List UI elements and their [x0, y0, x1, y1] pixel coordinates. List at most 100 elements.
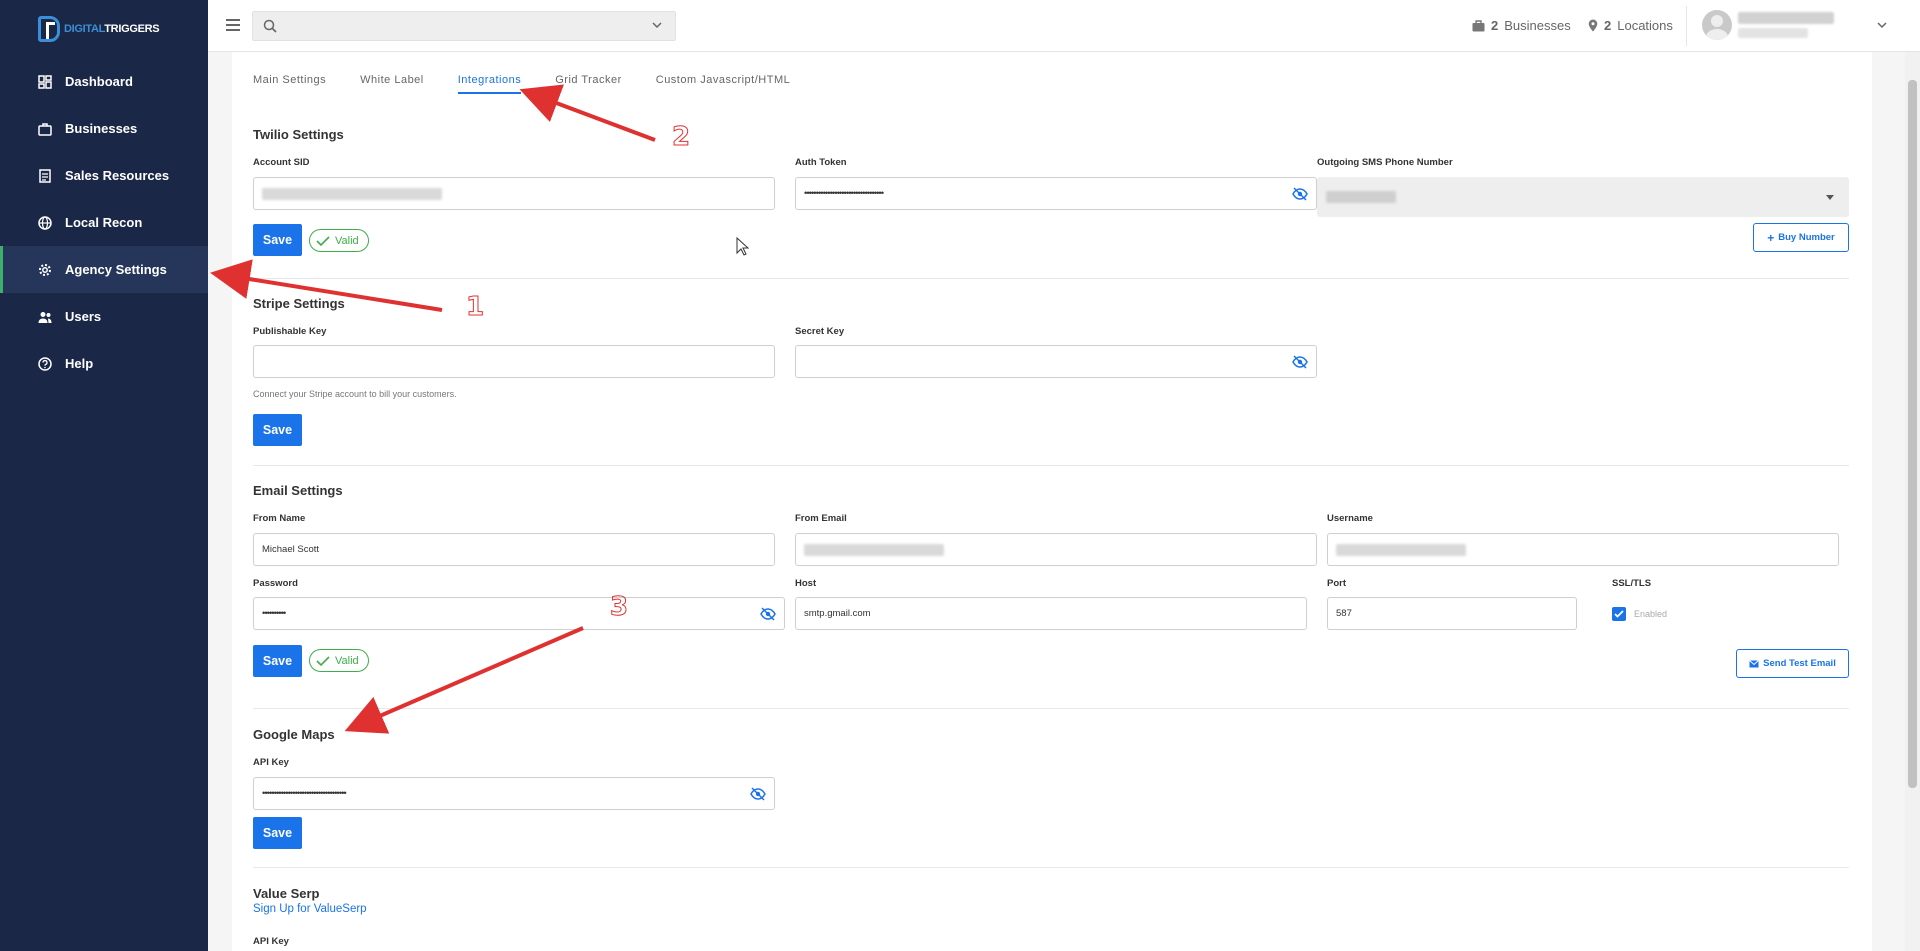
value-serp-signup-link[interactable]: Sign Up for ValueSerp [253, 903, 367, 915]
sidebar-item-local-recon[interactable]: Local Recon [0, 199, 208, 246]
api-key-label: API Key [253, 757, 289, 768]
annotation-number-2: 2 [671, 122, 691, 153]
map-pin-icon [1588, 19, 1598, 32]
twilio-valid-badge: Valid [309, 229, 369, 252]
check-icon [316, 235, 330, 246]
locations-count[interactable]: 2 Locations [1588, 18, 1673, 33]
secret-key-field[interactable] [795, 345, 1317, 378]
brand-logo[interactable]: DIGITALTRIGGERS [38, 16, 160, 42]
stripe-help-text: Connect your Stripe account to bill your… [253, 389, 457, 399]
stripe-save-button[interactable]: Save [253, 414, 302, 446]
document-icon [38, 168, 52, 183]
divider [253, 465, 1849, 466]
publishable-key-label: Publishable Key [253, 326, 327, 337]
chevron-down-icon[interactable] [1876, 20, 1888, 30]
top-bar: 2 Businesses 2 Locations [208, 0, 1920, 52]
sidebar-item-label: Dashboard [65, 74, 133, 89]
username-label: Username [1327, 513, 1373, 524]
menu-toggle-icon[interactable] [226, 19, 240, 31]
account-sid-field[interactable] [253, 177, 775, 210]
plus-icon: + [1767, 230, 1775, 245]
phone-number-select[interactable] [1317, 177, 1849, 217]
sidebar-nav: Dashboard Businesses Sales Resources Loc… [0, 58, 208, 387]
value-serp-section-title: Value Serp [253, 886, 320, 901]
check-icon [1614, 610, 1624, 618]
tab-white-label[interactable]: White Label [360, 64, 424, 94]
briefcase-icon [1472, 19, 1485, 31]
help-icon [38, 356, 52, 371]
logo-mark-icon [38, 16, 60, 42]
twilio-save-button[interactable]: Save [253, 224, 302, 256]
email-valid-badge: Valid [309, 649, 369, 672]
check-icon [316, 655, 330, 666]
google-maps-section-title: Google Maps [253, 727, 335, 742]
caret-down-icon [1826, 195, 1834, 200]
settings-panel: Main Settings White Label Integrations G… [232, 52, 1872, 951]
user-name-redacted [1738, 12, 1834, 24]
tab-custom-javascript[interactable]: Custom Javascript/HTML [656, 64, 790, 94]
password-field[interactable]: •••••••••• [253, 597, 785, 630]
eye-slash-icon[interactable] [760, 607, 776, 621]
search-icon [263, 19, 277, 33]
from-name-label: From Name [253, 513, 306, 524]
user-email-redacted [1738, 28, 1808, 38]
ssl-tls-checkbox[interactable] [1612, 607, 1626, 621]
search-input[interactable] [252, 11, 676, 41]
from-email-label: From Email [795, 513, 847, 524]
redacted-value [804, 543, 944, 556]
sidebar: DIGITALTRIGGERS Dashboard Businesses Sal… [0, 0, 208, 951]
annotation-number-3: 3 [609, 592, 629, 623]
sidebar-item-dashboard[interactable]: Dashboard [0, 58, 208, 105]
scrollbar[interactable] [1905, 52, 1920, 951]
ssl-tls-label: SSL/TLS [1612, 578, 1652, 589]
dashboard-icon [38, 74, 52, 89]
send-test-email-button[interactable]: Send Test Email [1736, 649, 1849, 678]
ssl-enabled-label: Enabled [1634, 609, 1668, 619]
redacted-value [1326, 191, 1396, 203]
divider [253, 278, 1849, 279]
tab-integrations[interactable]: Integrations [457, 64, 522, 94]
host-label: Host [795, 578, 817, 589]
stripe-section-title: Stripe Settings [253, 296, 345, 311]
sidebar-item-label: Users [65, 309, 102, 324]
port-field[interactable]: 587 [1327, 597, 1577, 630]
sidebar-item-users[interactable]: Users [0, 293, 208, 340]
google-maps-api-key-field[interactable]: •••••••••••••••••••••••••••••••••••• [253, 777, 775, 810]
sidebar-item-agency-settings[interactable]: Agency Settings [0, 246, 208, 293]
value-serp-api-key-label: API Key [253, 936, 289, 947]
tab-main-settings[interactable]: Main Settings [253, 64, 326, 94]
auth-token-field[interactable]: •••••••••••••••••••••••••••••••••• [795, 177, 1317, 210]
tab-grid-tracker[interactable]: Grid Tracker [555, 64, 622, 94]
sidebar-item-sales-resources[interactable]: Sales Resources [0, 152, 208, 199]
phone-number-label: Outgoing SMS Phone Number [1317, 157, 1453, 168]
chevron-down-icon [652, 22, 662, 29]
scrollbar-thumb[interactable] [1908, 80, 1917, 788]
eye-slash-icon[interactable] [1292, 355, 1308, 369]
eye-slash-icon[interactable] [750, 787, 766, 801]
mouse-cursor-icon [736, 237, 749, 256]
users-icon [38, 310, 52, 324]
from-name-field[interactable]: Michael Scott [253, 533, 775, 566]
sidebar-item-businesses[interactable]: Businesses [0, 105, 208, 152]
avatar[interactable] [1702, 10, 1732, 40]
gear-icon [38, 263, 52, 277]
port-label: Port [1327, 578, 1346, 589]
divider [253, 867, 1849, 868]
globe-icon [38, 215, 52, 230]
account-sid-label: Account SID [253, 157, 310, 168]
google-maps-save-button[interactable]: Save [253, 817, 302, 849]
buy-number-button[interactable]: + Buy Number [1753, 223, 1849, 252]
sidebar-item-help[interactable]: Help [0, 340, 208, 387]
divider [1686, 6, 1687, 46]
from-email-field[interactable] [795, 533, 1317, 566]
username-field[interactable] [1327, 533, 1839, 566]
password-label: Password [253, 578, 298, 589]
secret-key-label: Secret Key [795, 326, 845, 337]
businesses-count[interactable]: 2 Businesses [1472, 18, 1571, 33]
briefcase-icon [38, 122, 52, 136]
eye-slash-icon[interactable] [1292, 187, 1308, 201]
publishable-key-field[interactable] [253, 345, 775, 378]
settings-tabs: Main Settings White Label Integrations G… [253, 64, 824, 94]
email-save-button[interactable]: Save [253, 645, 302, 677]
host-field[interactable]: smtp.gmail.com [795, 597, 1307, 630]
